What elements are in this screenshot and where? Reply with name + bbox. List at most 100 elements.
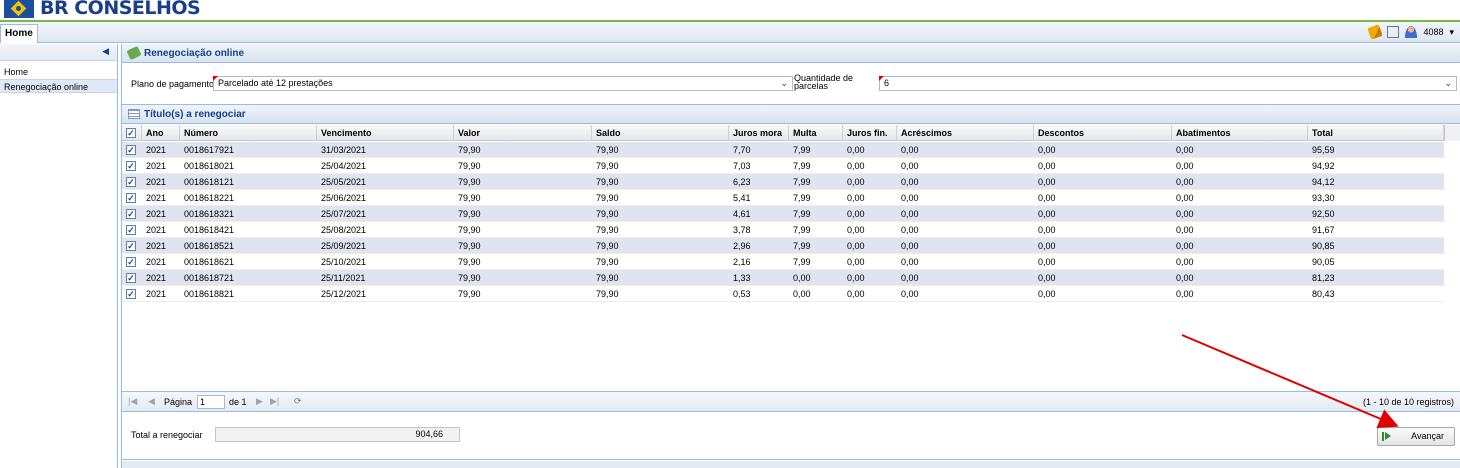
cell-numero: 0018618021: [184, 161, 235, 171]
col-descontos[interactable]: Descontos: [1034, 125, 1172, 141]
cell-abatimentos: 0,00: [1176, 161, 1194, 171]
user-code[interactable]: 4088: [1423, 27, 1443, 37]
sidebar-item-home[interactable]: Home: [0, 65, 117, 79]
table-row[interactable]: ✓ 2021 0018618421 25/08/2021 79,90 79,90 3,78 7…: [122, 222, 1444, 238]
qty-label: Quantidade de parcelas: [794, 73, 854, 91]
chevron-down-icon[interactable]: ⌄: [780, 77, 788, 90]
row-checkbox[interactable]: ✓: [126, 161, 136, 171]
header-tools: 4088 ▾: [1367, 24, 1454, 40]
total-label: Total a renegociar: [131, 430, 203, 440]
footer-area: Total a renegociar 904,66 Avançar: [122, 413, 1460, 460]
col-vencimento[interactable]: Vencimento: [317, 125, 454, 141]
next-page-icon[interactable]: ▶: [256, 396, 263, 407]
grid-rows: ✓ 2021 0018617921 31/03/2021 79,90 79,90 7,70 7…: [122, 142, 1444, 302]
cell-abatimentos: 0,00: [1176, 193, 1194, 203]
col-abatimentos[interactable]: Abatimentos: [1172, 125, 1308, 141]
col-multa[interactable]: Multa: [789, 125, 843, 141]
cell-ano: 2021: [146, 289, 167, 299]
page-input[interactable]: 1: [197, 395, 225, 409]
money-icon: [126, 45, 142, 61]
cell-multa: 7,99: [793, 193, 811, 203]
cell-total: 91,67: [1312, 225, 1335, 235]
page-of-label: de 1: [229, 397, 247, 407]
qty-select[interactable]: 6 ⌄: [879, 76, 1457, 91]
chevron-down-icon[interactable]: ⌄: [1444, 77, 1452, 90]
col-total[interactable]: Total: [1308, 125, 1444, 141]
cell-saldo: 79,90: [596, 193, 619, 203]
plan-select[interactable]: Parcelado até 12 prestações ⌄: [213, 76, 793, 91]
col-acrescimos[interactable]: Acréscimos: [897, 125, 1034, 141]
pager: |◀ ◀ Página 1 de 1 ▶ ▶| ⟳ (1 - 10 de 10 …: [122, 391, 1460, 412]
cell-ano: 2021: [146, 161, 167, 171]
cell-multa: 7,99: [793, 161, 811, 171]
table-row[interactable]: ✓ 2021 0018618121 25/05/2021 79,90 79,90 6,23 7…: [122, 174, 1444, 190]
cell-numero: 0018618121: [184, 177, 235, 187]
col-numero[interactable]: Número: [180, 125, 317, 141]
panel-header: Renegociação online: [122, 44, 1460, 63]
cell-total: 94,92: [1312, 161, 1335, 171]
col-valor[interactable]: Valor: [454, 125, 592, 141]
table-row[interactable]: ✓ 2021 0018618221 25/06/2021 79,90 79,90 5,41 7…: [122, 190, 1444, 206]
table-row[interactable]: ✓ 2021 0018618021 25/04/2021 79,90 79,90 7,03 7…: [122, 158, 1444, 174]
select-all-column[interactable]: ✓: [122, 125, 142, 141]
collapse-icon[interactable]: ◀: [102, 46, 109, 57]
cell-abatimentos: 0,00: [1176, 289, 1194, 299]
last-page-icon[interactable]: ▶|: [270, 396, 279, 407]
grid-icon: [128, 109, 140, 119]
grid-header: Título(s) a renegociar: [122, 105, 1460, 124]
select-all-checkbox[interactable]: ✓: [126, 128, 136, 138]
table-row[interactable]: ✓ 2021 0018617921 31/03/2021 79,90 79,90 7,70 7…: [122, 142, 1444, 158]
col-juros-mora[interactable]: Juros mora: [729, 125, 789, 141]
cell-saldo: 79,90: [596, 161, 619, 171]
pencil-icon[interactable]: [1367, 24, 1384, 40]
total-field: 904,66: [215, 427, 460, 442]
cell-acrescimos: 0,00: [901, 177, 919, 187]
row-checkbox[interactable]: ✓: [126, 193, 136, 203]
table-row[interactable]: ✓ 2021 0018618721 25/11/2021 79,90 79,90 1,33 0…: [122, 270, 1444, 286]
col-saldo[interactable]: Saldo: [592, 125, 729, 141]
row-checkbox[interactable]: ✓: [126, 177, 136, 187]
required-marker: [879, 76, 884, 81]
cell-juros-mora: 0,53: [733, 289, 751, 299]
tab-home[interactable]: Home: [0, 24, 38, 43]
cell-descontos: 0,00: [1038, 273, 1056, 283]
cell-numero: 0018618221: [184, 193, 235, 203]
cell-total: 81,23: [1312, 273, 1335, 283]
table-row[interactable]: ✓ 2021 0018618521 25/09/2021 79,90 79,90 2,96 7…: [122, 238, 1444, 254]
table-row[interactable]: ✓ 2021 0018618621 25/10/2021 79,90 79,90 2,16 7…: [122, 254, 1444, 270]
user-icon[interactable]: [1405, 26, 1418, 38]
chevron-down-icon[interactable]: ▾: [1449, 27, 1454, 38]
row-checkbox[interactable]: ✓: [126, 241, 136, 251]
table-row[interactable]: ✓ 2021 0018618821 25/12/2021 79,90 79,90 0,53 0…: [122, 286, 1444, 302]
refresh-icon[interactable]: ⟳: [294, 396, 302, 407]
cell-vencimento: 25/08/2021: [321, 225, 367, 235]
grid-title: Título(s) a renegociar: [144, 109, 246, 120]
cell-juros-mora: 5,41: [733, 193, 751, 203]
row-checkbox[interactable]: ✓: [126, 289, 136, 299]
required-marker: [213, 76, 218, 81]
cell-numero: 0018618721: [184, 273, 235, 283]
picture-icon[interactable]: [1387, 26, 1400, 38]
first-page-icon[interactable]: |◀: [128, 396, 137, 407]
row-checkbox[interactable]: ✓: [126, 225, 136, 235]
advance-button-label: Avançar: [1411, 431, 1444, 441]
row-checkbox[interactable]: ✓: [126, 257, 136, 267]
row-checkbox[interactable]: ✓: [126, 209, 136, 219]
cell-juros-fin: 0,00: [847, 193, 865, 203]
col-ano[interactable]: Ano: [142, 125, 180, 141]
row-checkbox[interactable]: ✓: [126, 273, 136, 283]
logo-text: BR CONSELHOS: [40, 0, 201, 19]
col-juros-fin[interactable]: Juros fin.: [843, 125, 897, 141]
plan-select-value: Parcelado até 12 prestações: [218, 78, 333, 88]
cell-abatimentos: 0,00: [1176, 209, 1194, 219]
table-row[interactable]: ✓ 2021 0018618321 25/07/2021 79,90 79,90 4,61 7…: [122, 206, 1444, 222]
cell-descontos: 0,00: [1038, 289, 1056, 299]
row-checkbox[interactable]: ✓: [126, 145, 136, 155]
cell-ano: 2021: [146, 225, 167, 235]
cell-saldo: 79,90: [596, 225, 619, 235]
advance-icon: [1382, 432, 1391, 441]
cell-total: 90,85: [1312, 241, 1335, 251]
sidebar-item-renegociacao[interactable]: Renegociação online: [0, 79, 117, 93]
prev-page-icon[interactable]: ◀: [148, 396, 155, 407]
advance-button[interactable]: Avançar: [1377, 427, 1455, 446]
